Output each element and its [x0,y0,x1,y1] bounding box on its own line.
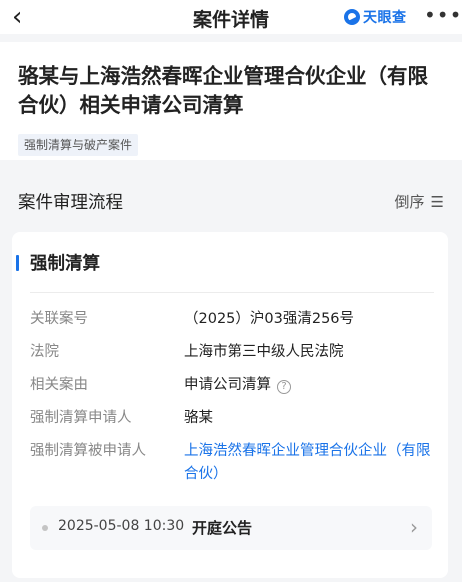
tianyancha-logo-icon [344,9,360,25]
detail-row-cause: 相关案由 申请公司清算? [30,374,436,397]
case-type-tag: 强制清算与破产案件 [18,134,139,156]
accent-bar [16,254,19,271]
process-section-header: 案件审理流程 倒序 ☰ [0,182,462,222]
detail-row-applicant: 强制清算申请人 骆某 [30,407,436,430]
divider [30,292,434,293]
cause-text: 申请公司清算 [184,377,271,393]
detail-label: 相关案由 [30,377,88,393]
event-date: 2025-05-08 10:30 [58,518,185,534]
card-title-text: 强制清算 [30,254,100,274]
cause-value: 申请公司清算? [184,374,291,397]
timeline-dot [42,525,48,531]
event-name: 开庭公告 [192,519,253,537]
card-title: 强制清算 [16,250,100,275]
section-title: 案件审理流程 [18,193,123,213]
case-header: 骆某与上海浩然春晖企业管理合伙企业（有限合伙）相关申请公司清算 强制清算与破产案… [0,42,462,160]
chevron-right-icon: › [410,515,418,539]
help-icon[interactable]: ? [277,380,291,394]
brand-logo: 天眼查 [344,7,407,27]
hearing-event-row[interactable]: 2025-05-08 10:30 开庭公告 › [30,506,432,550]
detail-label: 关联案号 [30,311,88,327]
detail-row-respondent: 强制清算被申请人 上海浩然春晖企业管理合伙企业（有限合伙） [30,440,436,486]
detail-label: 强制清算被申请人 [30,443,146,459]
court-value: 上海市第三中级人民法院 [184,344,344,360]
detail-label: 强制清算申请人 [30,410,132,426]
applicant-value: 骆某 [184,410,213,426]
sort-icon: ☰ [430,192,444,211]
more-dots-icon[interactable]: ••• [424,3,462,27]
case-detail-list: 关联案号 （2025）沪03强清256号 法院 上海市第三中级人民法院 相关案由… [30,308,436,496]
top-nav-bar: ‹ 案件详情 天眼查 ••• [0,0,462,34]
case-title: 骆某与上海浩然春晖企业管理合伙企业（有限合伙）相关申请公司清算 [18,64,428,117]
sort-toggle-button[interactable]: 倒序 ☰ [395,191,444,212]
case-number-value: （2025）沪03强清256号 [184,311,355,327]
process-card: 强制清算 关联案号 （2025）沪03强清256号 法院 上海市第三中级人民法院… [12,232,448,578]
detail-row-court: 法院 上海市第三中级人民法院 [30,341,436,364]
brand-name: 天眼查 [363,10,407,26]
detail-label: 法院 [30,344,59,360]
respondent-link[interactable]: 上海浩然春晖企业管理合伙企业（有限合伙） [184,440,436,486]
detail-row-case-number: 关联案号 （2025）沪03强清256号 [30,308,436,331]
sort-label: 倒序 [394,193,425,211]
